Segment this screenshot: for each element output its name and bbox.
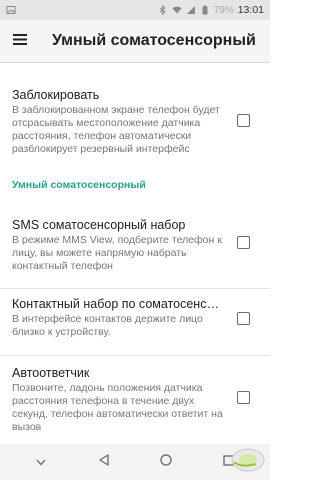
lock-checkbox[interactable] (237, 114, 250, 127)
contacts-gesture-dial-checkbox[interactable] (237, 312, 250, 325)
wifi-icon (172, 5, 182, 15)
pref-summary: В режиме MMS View, подберите телефон к л… (12, 234, 222, 272)
pref-title: Заблокировать (12, 88, 100, 102)
menu-button[interactable] (0, 20, 40, 62)
home-circle-icon (160, 453, 172, 471)
battery-percentage: 79% (213, 4, 234, 16)
image-icon (6, 5, 16, 15)
app-bar: Умный соматосенсорный (0, 20, 270, 62)
battery-icon (200, 5, 210, 15)
divider (0, 62, 270, 63)
home-button[interactable] (151, 447, 181, 477)
watermark-logo (226, 444, 266, 474)
category-header: Умный соматосенсорный (12, 179, 146, 191)
pref-summary: В интерфейсе контактов держите лицо близ… (12, 313, 203, 338)
divider (0, 288, 270, 289)
pref-summary: В заблокированном экране телефон будет о… (12, 104, 220, 155)
hamburger-menu-icon (13, 32, 27, 50)
pref-summary: Позвоните, ладонь положения датчика расс… (12, 382, 223, 433)
list-item-auto-answer[interactable]: Автоответчик Позвоните, ладонь положения… (0, 362, 270, 442)
divider (0, 355, 270, 356)
back-triangle-icon (98, 453, 110, 471)
bluetooth-icon (158, 5, 168, 15)
pref-title: SMS соматосенсорный набор (12, 218, 186, 232)
sms-gesture-dial-checkbox[interactable] (237, 236, 250, 249)
pref-title: Автоответчик (12, 366, 90, 380)
hide-nav-button[interactable] (26, 447, 56, 477)
page-title: Умный соматосенсорный (52, 32, 256, 49)
back-button[interactable] (89, 447, 119, 477)
auto-answer-checkbox[interactable] (237, 391, 250, 404)
status-bar: 79% 13:01 (0, 0, 270, 20)
clock: 13:01 (237, 4, 264, 16)
list-item-contacts-gesture-dial[interactable]: Контактный набор по соматосенсор.. В инт… (0, 293, 270, 353)
pref-title: Контактный набор по соматосенсор.. (12, 297, 222, 311)
settings-list[interactable]: Заблокировать В заблокированном экране т… (0, 62, 270, 444)
list-item-lock[interactable]: Заблокировать В заблокированном экране т… (0, 84, 270, 164)
list-item-sms-gesture-dial[interactable]: SMS соматосенсорный набор В режиме MMS V… (0, 214, 270, 288)
signal-icon (186, 5, 196, 15)
chevron-down-icon (36, 453, 46, 471)
